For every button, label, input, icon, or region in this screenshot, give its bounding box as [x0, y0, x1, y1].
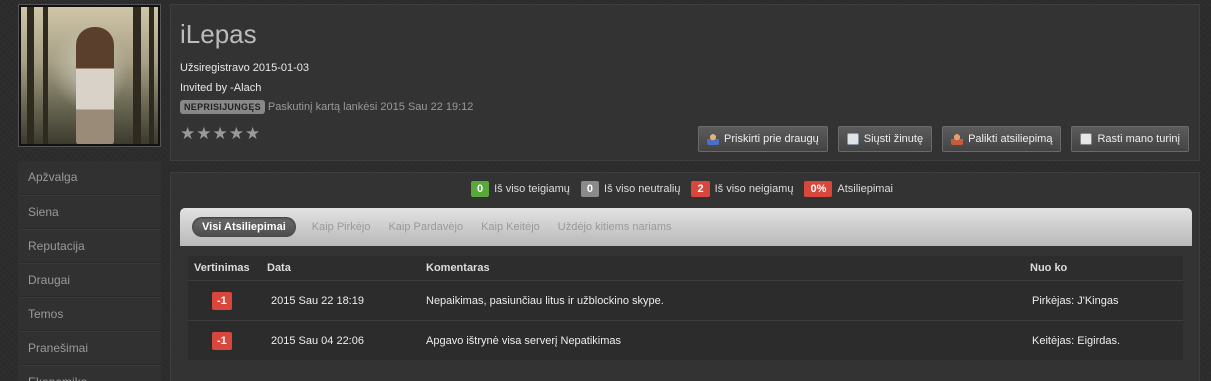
star-icon: ★ [196, 124, 212, 143]
feedback-tabs: Visi Atsiliepimai Kaip Pirkėjo Kaip Pard… [180, 208, 1192, 246]
message-icon [846, 133, 859, 145]
table-row: -1 2015 Sau 22 18:19 Nepaikimas, pasiunč… [188, 280, 1183, 320]
sidebar-item-posts[interactable]: Pranešimai [18, 331, 161, 365]
find-content-label: Rasti mano turinį [1097, 133, 1180, 145]
avatar [21, 7, 158, 144]
add-friend-icon [707, 133, 719, 145]
find-content-button[interactable]: Rasti mano turinį [1071, 126, 1189, 152]
profile-header: iLepas Užsiregistravo 2015-01-03 Invited… [170, 4, 1200, 161]
sidebar-item-topics[interactable]: Temos [18, 297, 161, 331]
avatar-frame [18, 4, 161, 147]
header-date: Data [267, 262, 291, 274]
send-message-label: Siųsti žinutę [863, 133, 924, 145]
neutral-count: 0 [580, 181, 600, 197]
table-row: -1 2015 Sau 04 22:06 Apgavo ištrynė visa… [188, 320, 1183, 360]
feedback-icon [951, 133, 964, 145]
status-badge: NEPRISIJUNGĘS [180, 100, 265, 114]
leave-feedback-button[interactable]: Palikti atsiliepimą [942, 126, 1062, 152]
rating-stars: ★ ★ ★ ★ ★ [180, 125, 260, 142]
find-content-icon [1080, 133, 1093, 145]
negative-label: Iš viso neigiamų [714, 183, 794, 195]
profile-actions: Priskirti prie draugų Siųsti žinutę Pali… [698, 126, 1189, 152]
negative-count: 2 [691, 181, 710, 197]
status-row: NEPRISIJUNGĘS Paskutinį kartą lankėsi 20… [180, 100, 473, 114]
tab-as-buyer[interactable]: Kaip Pirkėjo [303, 221, 380, 233]
row-from[interactable]: Keitėjas: Eigirdas. [1022, 335, 1183, 347]
sidebar-item-reputation[interactable]: Reputacija [18, 229, 161, 263]
send-message-button[interactable]: Siųsti žinutę [837, 126, 933, 152]
table-header: Vertinimas Data Komentaras Nuo ko [188, 256, 1183, 280]
leave-feedback-label: Palikti atsiliepimą [968, 133, 1053, 145]
registration-date: Užsiregistravo 2015-01-03 [180, 62, 310, 74]
row-comment: Nepaikimas, pasiunčiau litus ir užblocki… [426, 294, 664, 307]
username: iLepas [180, 19, 257, 49]
sidebar-item-friends[interactable]: Draugai [18, 263, 161, 297]
sidebar-item-economy[interactable]: Ekonomika [18, 365, 161, 381]
star-icon: ★ [212, 124, 228, 143]
tab-all-feedback[interactable]: Visi Atsiliepimai [192, 217, 296, 237]
header-comment: Komentaras [426, 262, 490, 274]
tab-as-trader[interactable]: Kaip Keitėjo [472, 221, 549, 233]
sidebar-item-overview[interactable]: Apžvalga [18, 161, 161, 195]
add-friend-label: Priskirti prie draugų [724, 133, 819, 145]
invited-by: Invited by -Alach [180, 82, 262, 94]
profile-sidebar: Apžvalga Siena Reputacija Draugai Temos … [18, 161, 161, 381]
header-from: Nuo ko [1030, 262, 1068, 274]
row-date: 2015 Sau 22 18:19 [271, 294, 364, 307]
sidebar-item-wall[interactable]: Siena [18, 195, 161, 229]
rating-score: -1 [212, 331, 232, 350]
last-visit: Paskutinį kartą lankėsi 2015 Sau 22 19:1… [267, 101, 474, 113]
row-date: 2015 Sau 04 22:06 [271, 334, 364, 347]
neutral-label: Iš viso neutralių [604, 183, 681, 195]
positive-count: 0 [470, 181, 490, 197]
feedback-percent-label: Atsiliepimai [837, 183, 894, 195]
star-icon: ★ [245, 124, 261, 143]
feedback-percent: 0% [804, 181, 833, 197]
header-rating: Vertinimas [194, 262, 250, 274]
star-icon: ★ [228, 124, 244, 143]
tab-as-seller[interactable]: Kaip Pardavėjo [379, 221, 472, 233]
tab-given-to-others[interactable]: Uždėjo kitiems nariams [549, 221, 681, 233]
feedback-table: Vertinimas Data Komentaras Nuo ko -1 201… [188, 256, 1183, 360]
feedback-summary: 0 Iš viso teigiamų 0 Iš viso neutralių 2… [171, 181, 1199, 197]
star-icon: ★ [180, 124, 196, 143]
row-comment: Apgavo ištrynė visa serverį Nepatikimas [426, 334, 622, 347]
reputation-panel: 0 Iš viso teigiamų 0 Iš viso neutralių 2… [170, 172, 1200, 381]
rating-score: -1 [212, 291, 232, 310]
add-friend-button[interactable]: Priskirti prie draugų [698, 126, 828, 152]
row-from[interactable]: Pirkėjas: J'Kingas [1022, 295, 1183, 307]
positive-label: Iš viso teigiamų [494, 183, 570, 195]
